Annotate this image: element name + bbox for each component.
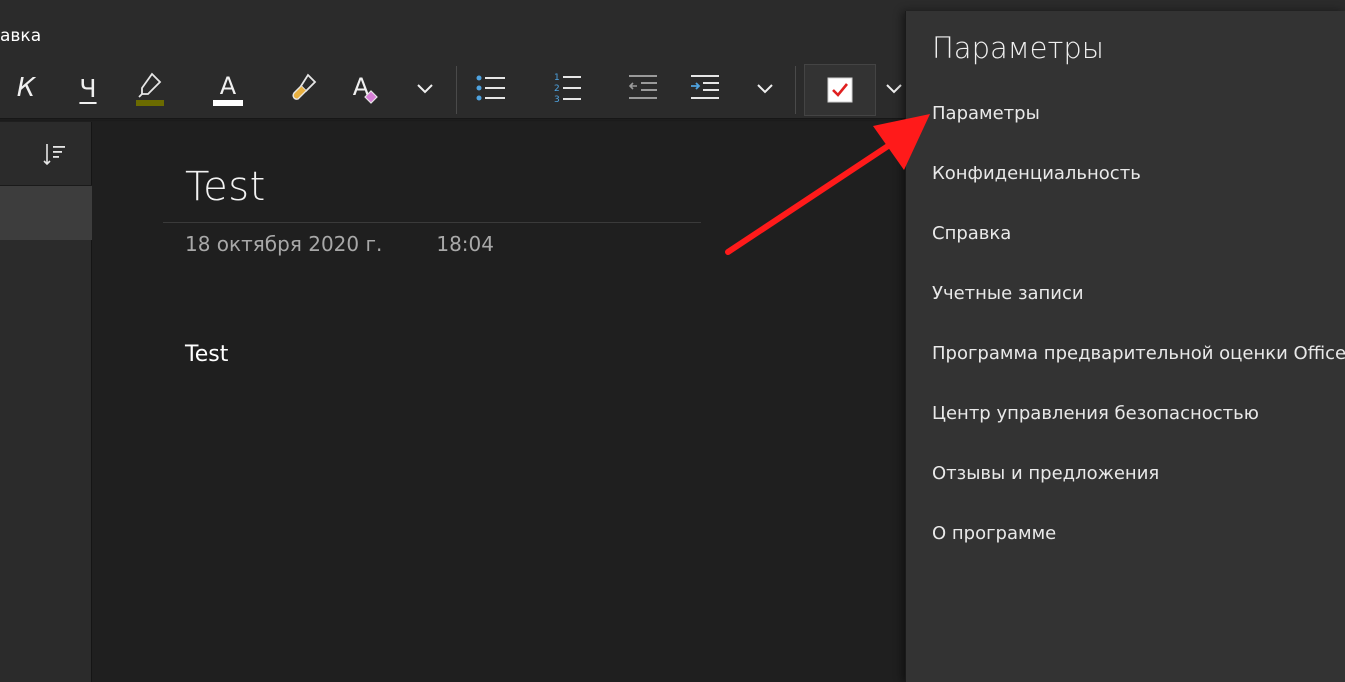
settings-item-accounts[interactable]: Учетные записи <box>906 263 1345 323</box>
settings-item-help[interactable]: Справка <box>906 203 1345 263</box>
underline-button[interactable]: Ч <box>68 66 108 110</box>
decrease-indent-icon <box>628 75 657 99</box>
toolbar-separator <box>456 66 457 114</box>
increase-indent-icon <box>691 75 719 99</box>
settings-panel-title: Параметры <box>932 31 1104 65</box>
todo-tag-button[interactable] <box>804 64 876 116</box>
highlighter-icon <box>136 72 164 106</box>
settings-item-feedback[interactable]: Отзывы и предложения <box>906 443 1345 503</box>
svg-text:3: 3 <box>554 95 560 105</box>
settings-menu: Параметры Конфиденциальность Справка Уче… <box>906 83 1345 563</box>
toolbar-separator <box>795 66 796 114</box>
settings-item-privacy[interactable]: Конфиденциальность <box>906 143 1345 203</box>
ribbon-tab-insert[interactable]: авка <box>0 26 41 46</box>
format-painter-button[interactable] <box>284 66 324 110</box>
paragraph-more-dropdown[interactable] <box>748 66 782 110</box>
svg-text:1: 1 <box>554 73 560 83</box>
increase-indent-button[interactable] <box>684 66 724 110</box>
font-color-icon: A <box>213 72 243 106</box>
page-date: 18 октября 2020 г. <box>185 232 383 256</box>
chevron-down-icon <box>886 84 902 94</box>
font-color-button[interactable]: A <box>206 66 250 110</box>
underline-icon: Ч <box>79 73 97 103</box>
tags-more-dropdown[interactable] <box>880 66 908 110</box>
settings-item-office-insider[interactable]: Программа предварительной оценки Office <box>906 323 1345 383</box>
decrease-indent-button[interactable] <box>622 66 662 110</box>
bullet-list-button[interactable] <box>470 66 510 110</box>
italic-icon: К <box>16 73 36 103</box>
page-item-test[interactable] <box>0 186 92 240</box>
chevron-down-icon <box>417 84 433 94</box>
numbered-list-button[interactable]: 1 2 3 <box>546 66 586 110</box>
svg-text:A: A <box>220 72 237 100</box>
page-title[interactable]: Test <box>185 164 266 210</box>
settings-item-options[interactable]: Параметры <box>906 83 1345 143</box>
format-painter-icon <box>292 73 317 100</box>
settings-panel: Параметры Параметры Конфиденциальность С… <box>905 11 1345 682</box>
numbered-list-icon: 1 2 3 <box>554 73 581 105</box>
checkbox-tag-icon <box>827 77 853 103</box>
svg-text:2: 2 <box>554 84 560 94</box>
highlight-button[interactable] <box>128 66 172 110</box>
sort-pages-button[interactable] <box>40 140 70 170</box>
page-metadata: 18 октября 2020 г. 18:04 <box>185 232 494 256</box>
sort-icon <box>43 144 65 166</box>
font-more-dropdown[interactable] <box>408 66 442 110</box>
page-time: 18:04 <box>436 232 494 256</box>
clear-formatting-icon: A <box>353 73 378 104</box>
settings-item-about[interactable]: О программе <box>906 503 1345 563</box>
bullet-list-icon <box>476 75 505 101</box>
onenote-window: авка К Ч A A 1 2 3 Test 18 октября 2020 … <box>0 0 1345 682</box>
clear-formatting-button[interactable]: A <box>344 66 384 110</box>
note-body-text[interactable]: Test <box>185 342 228 367</box>
pages-pane <box>0 122 92 682</box>
settings-item-trust-center[interactable]: Центр управления безопасностью <box>906 383 1345 443</box>
note-canvas[interactable]: Test 18 октября 2020 г. 18:04 Test <box>93 122 905 682</box>
italic-button[interactable]: К <box>6 66 46 110</box>
pages-header <box>0 122 92 186</box>
title-underline <box>163 222 701 223</box>
chevron-down-icon <box>757 84 773 94</box>
